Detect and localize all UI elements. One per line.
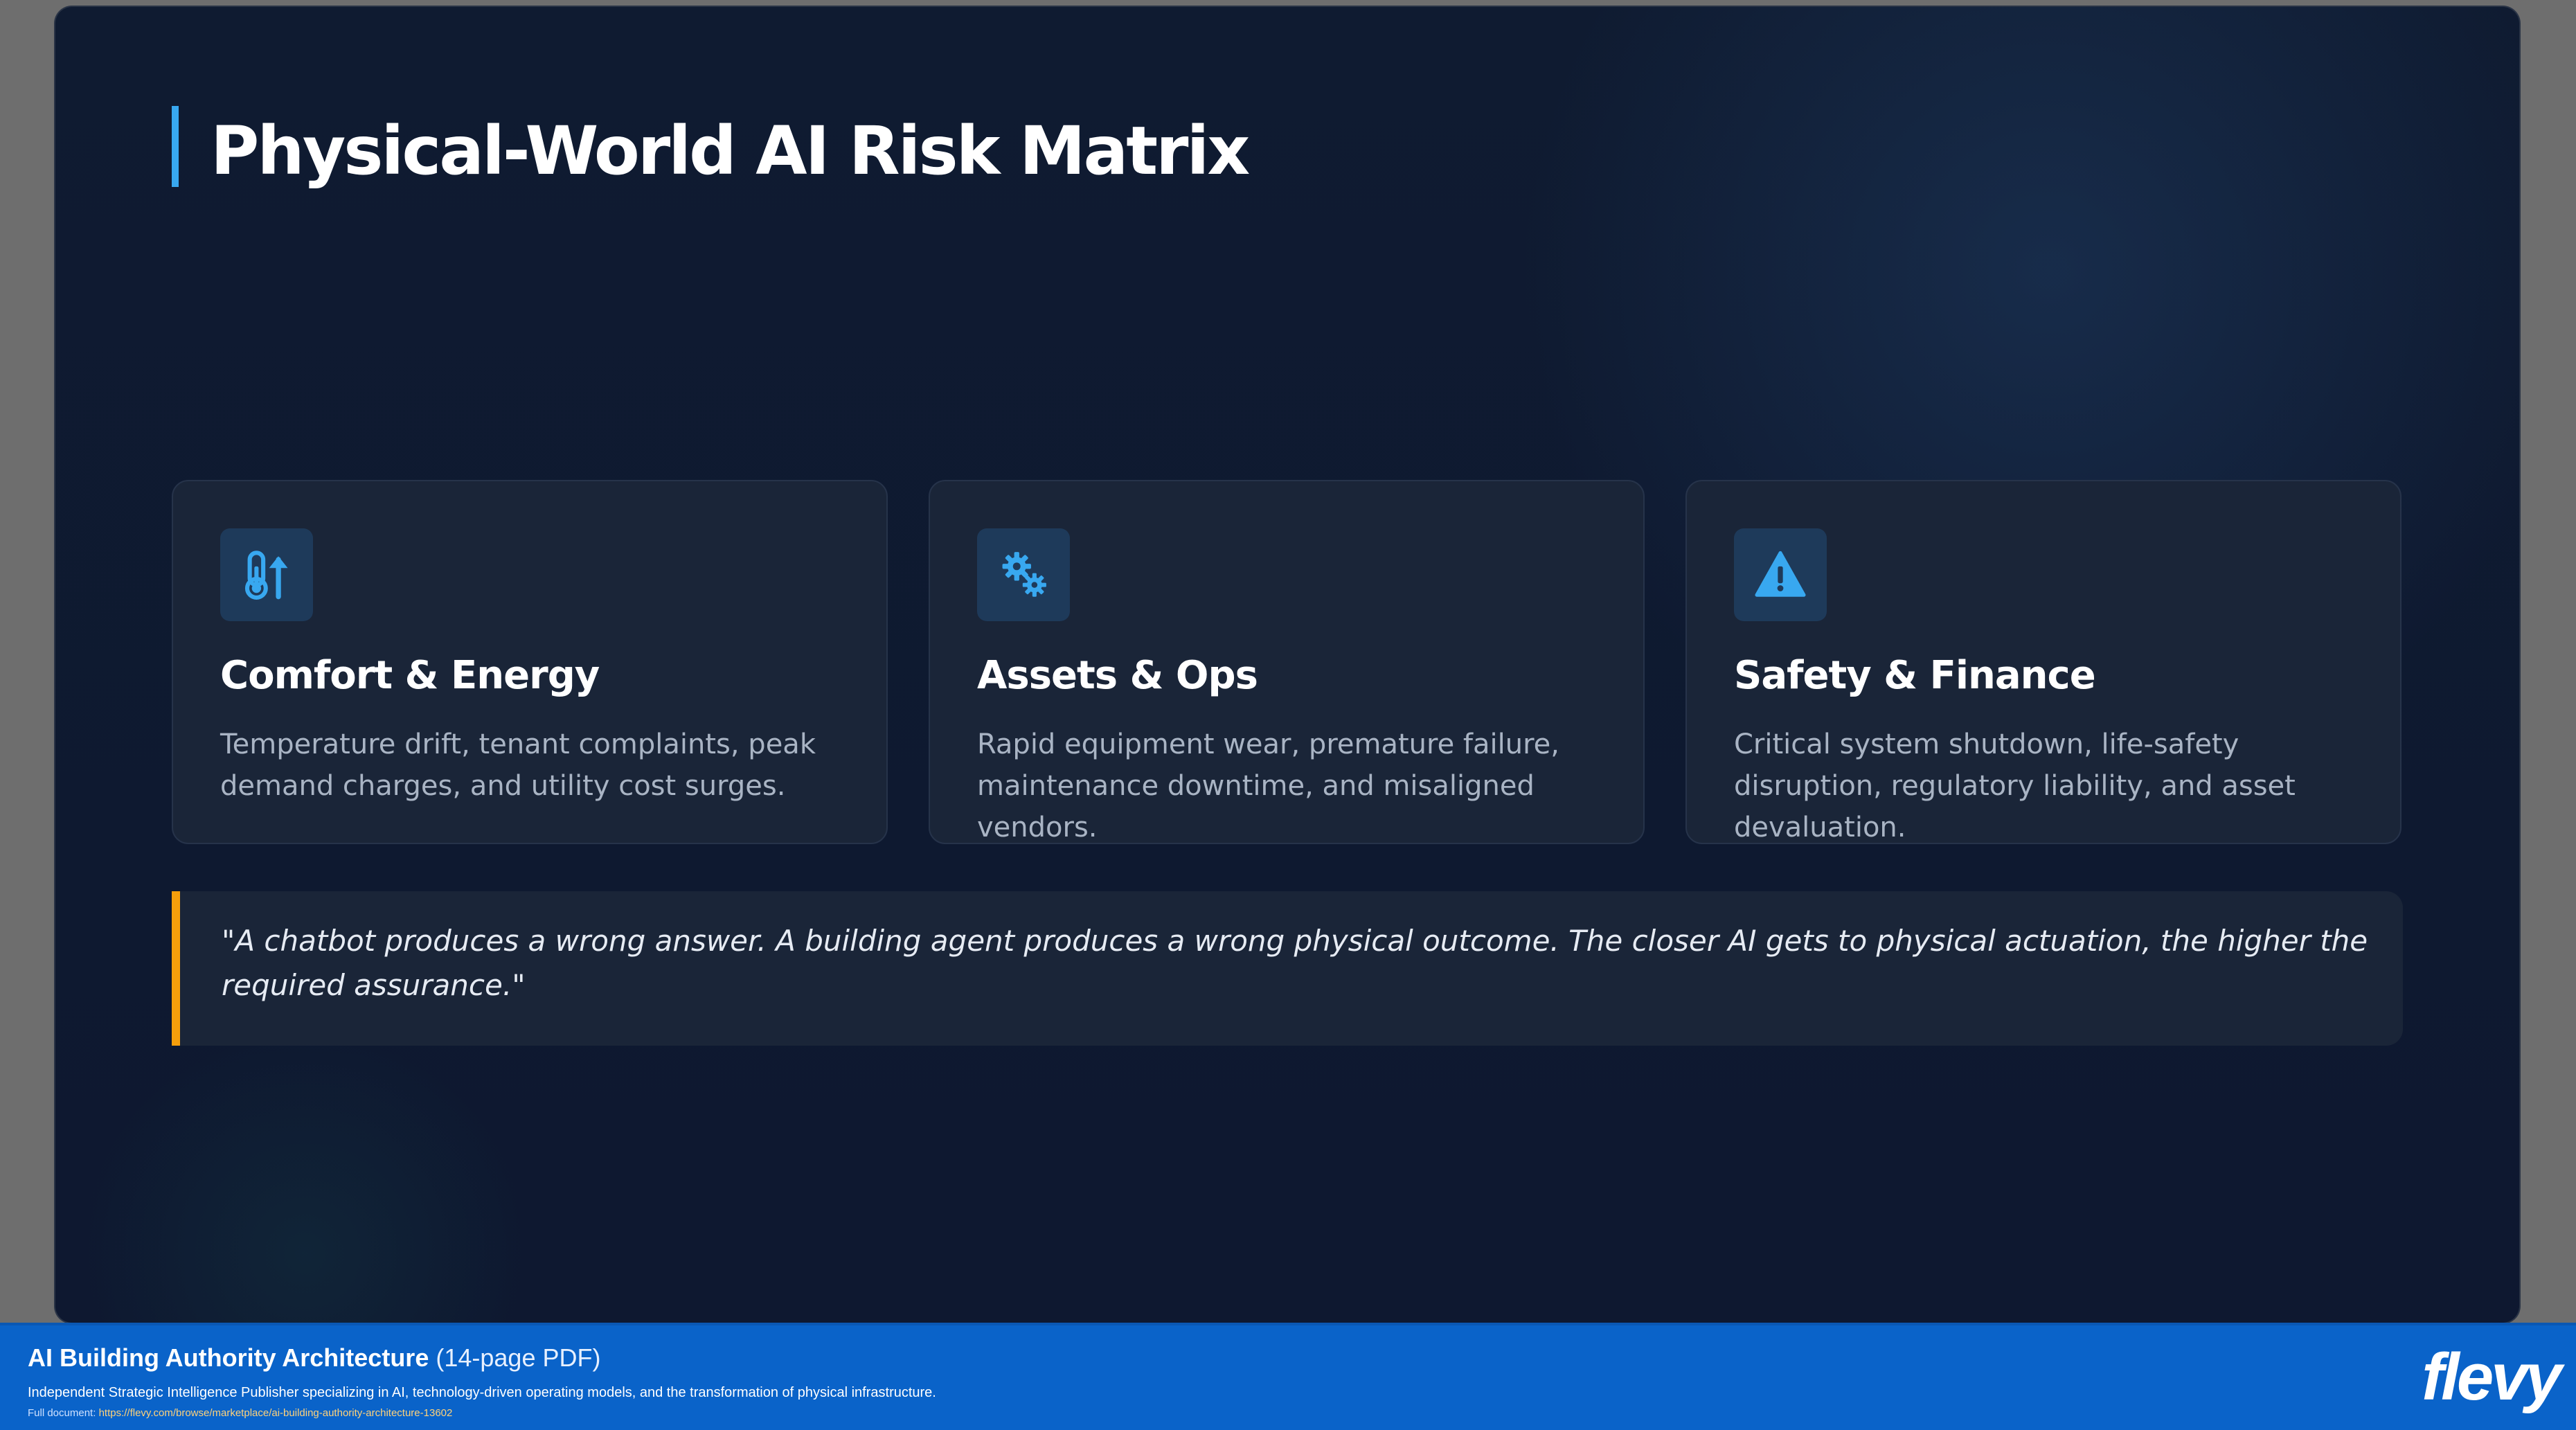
slide-title: Physical-World AI Risk Matrix: [211, 112, 1250, 190]
flevy-logo[interactable]: flevy: [2422, 1339, 2562, 1415]
full-document-link[interactable]: https://flevy.com/browse/marketplace/ai-…: [99, 1407, 453, 1419]
card-title: Safety & Finance: [1734, 653, 2096, 698]
slide: Physical-World AI Risk Matrix Comfort & …: [55, 7, 2519, 1323]
card-comfort-energy: Comfort & Energy Temperature drift, tena…: [172, 480, 888, 844]
card-title: Comfort & Energy: [220, 653, 600, 698]
title-accent-bar: [172, 106, 179, 187]
quote-callout: "A chatbot produces a wrong answer. A bu…: [172, 891, 2403, 1046]
warning-triangle-icon: [1734, 528, 1827, 621]
card-text: Critical system shutdown, life-safety di…: [1734, 729, 2296, 843]
footer-banner: AI Building Authority Architecture (14-p…: [0, 1323, 2576, 1430]
card-text: Rapid equipment wear, premature failure,…: [977, 729, 1559, 843]
card-text: Temperature drift, tenant complaints, pe…: [220, 729, 816, 802]
card-safety-finance: Safety & Finance Critical system shutdow…: [1685, 480, 2401, 844]
gears-icon: [977, 528, 1070, 621]
document-title-name: AI Building Authority Architecture: [28, 1343, 429, 1372]
full-document-label: Full document:: [28, 1407, 96, 1419]
publisher-description: Independent Strategic Intelligence Publi…: [28, 1385, 936, 1400]
thermometer-arrow-up-icon: [220, 528, 313, 621]
card-assets-ops: Assets & Ops Rapid equipment wear, prema…: [929, 480, 1645, 844]
full-document-line: Full document: https://flevy.com/browse/…: [28, 1407, 452, 1419]
card-title: Assets & Ops: [977, 653, 1258, 698]
quote-text: "A chatbot produces a wrong answer. A bu…: [222, 924, 2368, 1002]
document-page-count: (14-page PDF): [436, 1343, 601, 1372]
document-title[interactable]: AI Building Authority Architecture (14-p…: [28, 1343, 600, 1373]
